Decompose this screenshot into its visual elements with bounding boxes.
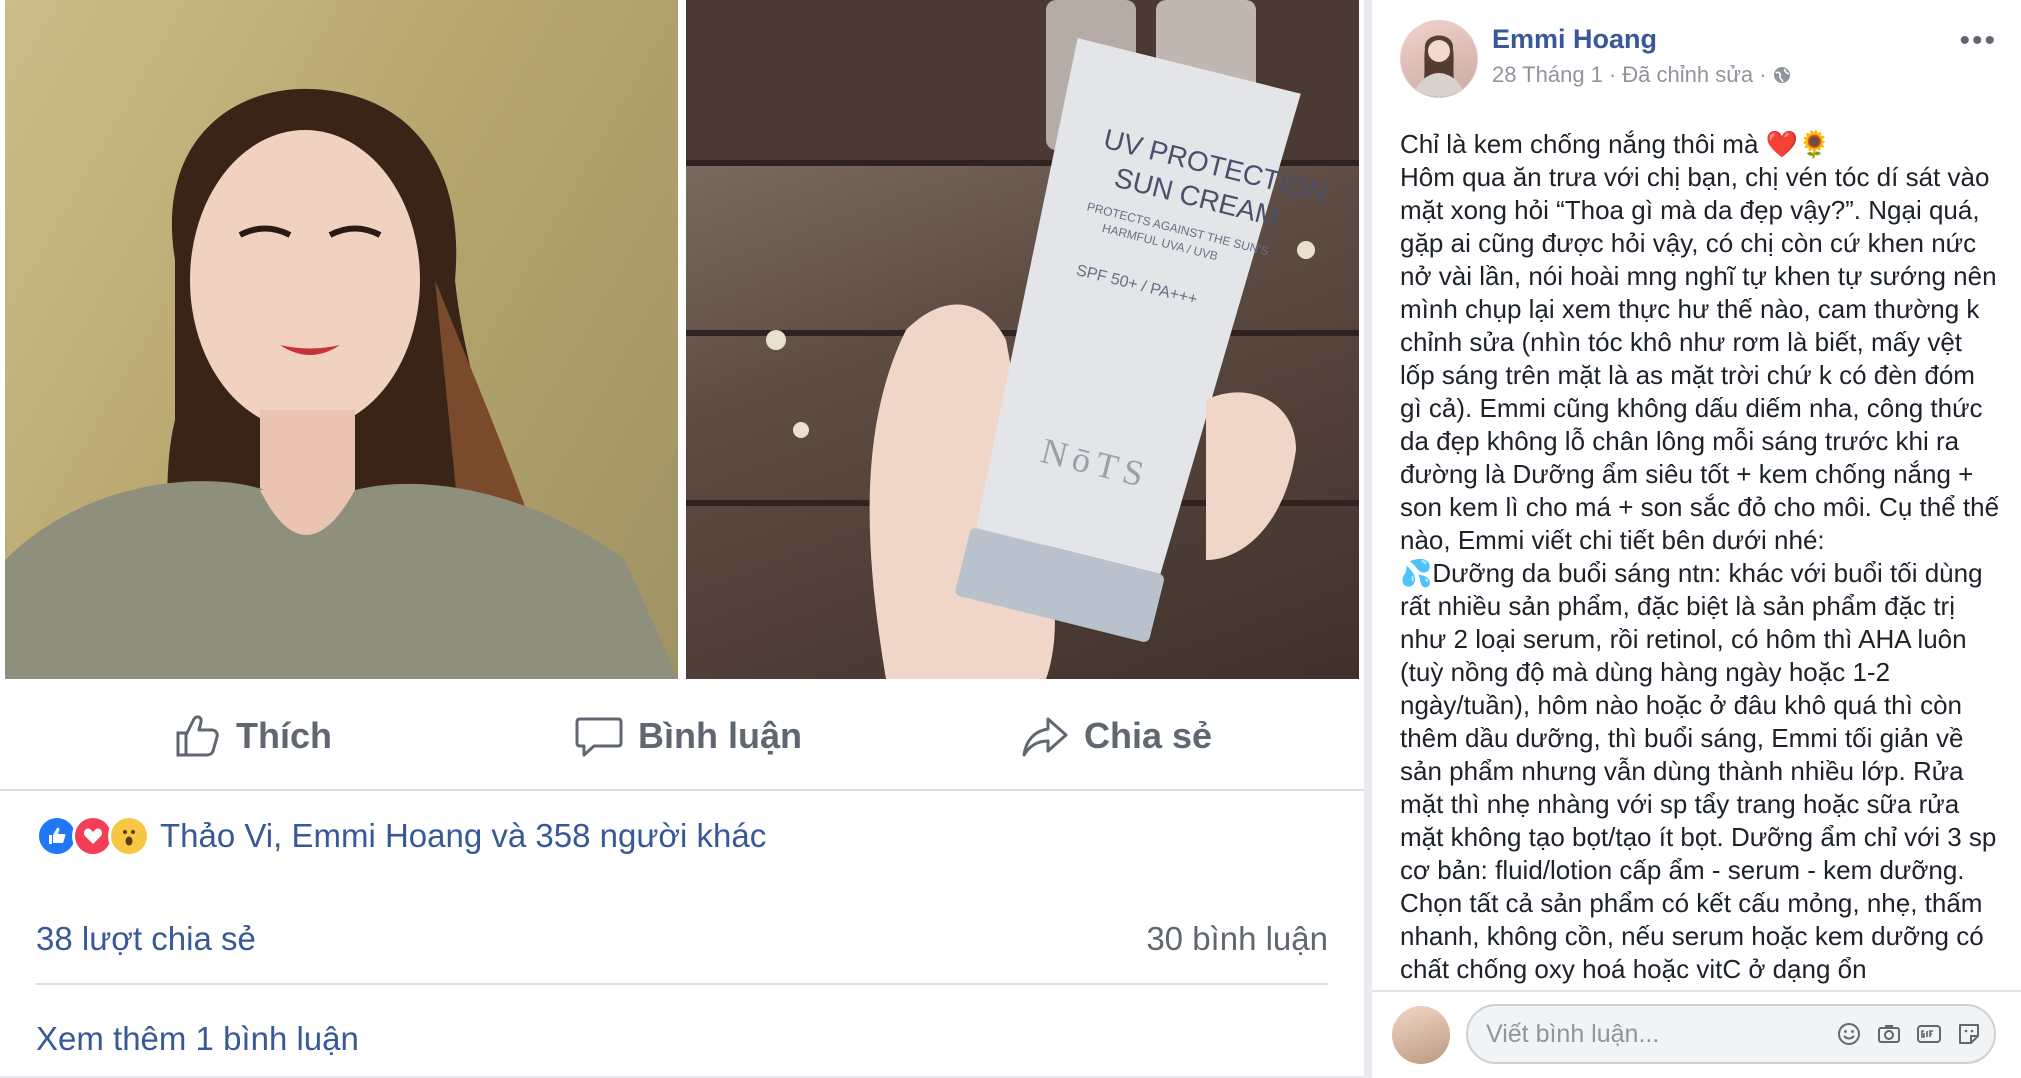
post-author[interactable]: Emmi Hoang (1492, 24, 1657, 55)
photo-portrait[interactable] (5, 0, 678, 679)
post-edited[interactable]: Đã chỉnh sửa (1622, 62, 1753, 88)
post-date[interactable]: 28 Tháng 1 (1492, 62, 1603, 88)
share-count[interactable]: 38 lượt chia sẻ (36, 920, 256, 958)
post-media-panel: UV PROTECTION SUN CREAM PROTECTS AGAINST… (0, 0, 1364, 1076)
post-body-text: Chỉ là kem chống nắng thôi mà ❤️🌻 Hôm qu… (1400, 129, 2000, 984)
divider (36, 983, 1328, 985)
reactions-summary[interactable]: Thảo Vi, Emmi Hoang và 358 người khác (36, 815, 766, 857)
comment-label: Bình luận (638, 715, 802, 756)
more-options-icon[interactable]: ••• (1959, 24, 1997, 58)
like-label: Thích (236, 715, 332, 756)
post-action-bar: Thích Bình luận Chia sẻ (0, 679, 1364, 791)
sticker-icon[interactable] (1954, 1019, 1984, 1049)
comment-composer: Viết bình luận... (1372, 990, 2021, 1078)
comment-tools (1834, 1019, 1984, 1049)
comment-button[interactable]: Bình luận (574, 711, 802, 761)
post-detail-panel: Emmi Hoang 28 Tháng 1 · Đã chỉnh sửa · •… (1372, 0, 2021, 1078)
globe-icon[interactable] (1772, 65, 1792, 85)
view-more-comments-link[interactable]: Xem thêm 1 bình luận (36, 1020, 359, 1058)
camera-icon[interactable] (1874, 1019, 1904, 1049)
meta-separator-2: · (1759, 62, 1767, 87)
gif-icon[interactable] (1914, 1019, 1944, 1049)
share-label: Chia sẻ (1084, 715, 1213, 756)
comment-placeholder: Viết bình luận... (1486, 1020, 1660, 1048)
comment-input[interactable]: Viết bình luận... (1466, 1004, 1996, 1064)
thumbs-up-icon (176, 715, 219, 757)
smiley-icon[interactable] (1834, 1019, 1864, 1049)
reactions-names[interactable]: Thảo Vi, Emmi Hoang và 358 người khác (160, 817, 766, 855)
commenter-avatar (1392, 1006, 1450, 1064)
wow-reaction-icon (108, 815, 150, 857)
avatar[interactable] (1400, 20, 1478, 98)
like-button[interactable]: Thích (172, 711, 332, 761)
photo-product[interactable]: UV PROTECTION SUN CREAM PROTECTS AGAINST… (686, 0, 1359, 679)
speech-bubble-icon (575, 717, 623, 757)
meta-separator: · (1608, 62, 1617, 87)
post-meta: 28 Tháng 1 · Đã chỉnh sửa · (1492, 62, 1792, 88)
comment-count[interactable]: 30 bình luận (1146, 920, 1328, 958)
share-arrow-icon (1022, 717, 1068, 757)
share-button[interactable]: Chia sẻ (1020, 711, 1212, 761)
